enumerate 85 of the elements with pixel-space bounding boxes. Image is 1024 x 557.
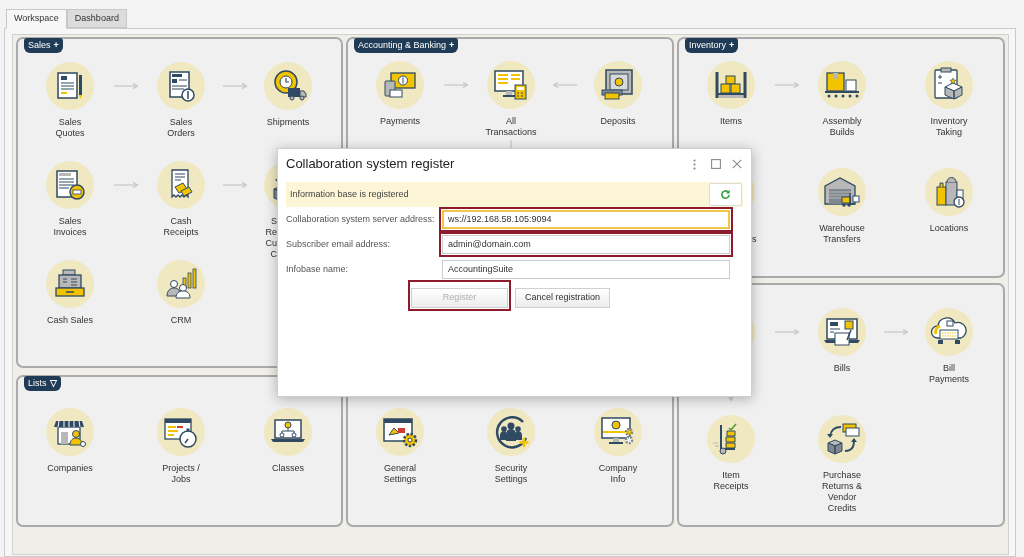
workspace-shortcut[interactable]: Inventory Taking — [925, 61, 973, 138]
dialog-button[interactable]: Cancel registration — [515, 287, 610, 308]
workspace-shortcut[interactable]: s — [752, 168, 757, 245]
maximize-icon[interactable] — [710, 159, 721, 169]
workspace-shortcut[interactable]: Companies — [46, 408, 94, 474]
workspace-shortcut[interactable]: Sales Quotes — [46, 62, 94, 139]
panel-title: Inventory — [689, 38, 727, 52]
flow-arrow — [222, 182, 247, 188]
safe-icon — [594, 61, 642, 109]
chart-stopwatch-icon — [157, 408, 205, 456]
more-options-icon[interactable] — [693, 158, 696, 170]
workspace-shortcut[interactable]: Items — [707, 61, 755, 127]
text-field[interactable]: AccountingSuite — [442, 260, 730, 279]
status-message: Information base is registered — [290, 187, 409, 201]
flow-arrow — [774, 82, 799, 88]
tab[interactable]: Workspace — [6, 9, 67, 29]
workspace-shortcut[interactable]: General Settings — [376, 408, 424, 485]
flow-arrow — [774, 329, 799, 335]
box-conveyor-icon — [818, 61, 866, 109]
workspace-shortcut[interactable]: Locations — [925, 168, 973, 234]
document-coin-icon — [157, 62, 205, 110]
warehouse-forklift-icon — [818, 168, 866, 216]
workspace-shortcut[interactable]: Classes — [264, 408, 312, 474]
field-label: Infobase name: — [286, 262, 350, 276]
flow-arrow — [443, 82, 468, 88]
workspace-shortcut[interactable]: Warehouse Transfers — [818, 168, 866, 245]
field-label: Collaboration system server address: — [286, 212, 436, 226]
clipboard-box-icon — [925, 61, 973, 109]
window-gear-icon — [376, 408, 424, 456]
workspace-shortcut[interactable]: Cash Sales — [46, 260, 94, 326]
people-circle-icon — [487, 408, 535, 456]
panel-title: Accounting & Banking — [358, 38, 447, 52]
workspace-shortcut[interactable]: Projects / Jobs — [157, 408, 205, 485]
box-money-icon — [818, 415, 866, 463]
people-chart-icon — [157, 260, 205, 308]
workspace-shortcut[interactable]: Company Info — [594, 408, 642, 485]
invoice-coin-icon — [46, 161, 94, 209]
clock-truck-icon — [264, 62, 312, 110]
tab[interactable]: Dashboard — [66, 9, 127, 28]
expand-toggle[interactable]: + — [53, 38, 59, 53]
workspace-shortcut[interactable]: Sales Orders — [157, 62, 205, 139]
expand-toggle[interactable]: + — [729, 38, 735, 53]
flow-arrow — [222, 83, 247, 89]
workspace-shortcut[interactable]: All Transactions — [485, 61, 537, 138]
refresh-button[interactable] — [709, 183, 742, 206]
hand-truck-icon — [707, 415, 755, 463]
text-field[interactable]: ws://192.168.58.105:9094 — [442, 210, 730, 229]
workspace-shortcut[interactable]: Bill Payments — [925, 308, 973, 385]
workspace-shortcut[interactable]: Item Receipts — [707, 415, 755, 492]
circle-edge-icon — [752, 181, 755, 203]
workspace-shortcut[interactable]: CRM — [157, 260, 205, 326]
monitor-gears-icon — [594, 408, 642, 456]
buildings-coin-icon — [925, 168, 973, 216]
panel-title: Lists — [28, 376, 47, 390]
laptop-hierarchy-icon — [264, 408, 312, 456]
flow-arrow — [552, 82, 577, 88]
workspace-shortcut[interactable]: Sales Invoices — [46, 161, 94, 238]
document-pencil-icon — [46, 62, 94, 110]
workspace-shortcut[interactable]: Shipments — [264, 62, 312, 128]
workspace-shortcut[interactable]: Payments — [376, 61, 424, 127]
flow-arrow — [883, 329, 908, 335]
flow-arrow — [113, 83, 138, 89]
cash-register-icon — [46, 260, 94, 308]
workspace-shortcut[interactable]: Purchase Returns & Vendor Credits — [818, 415, 866, 514]
field-label: Subscriber email address: — [286, 237, 392, 251]
shelf-boxes-icon — [707, 61, 755, 109]
text-field[interactable]: admin@domain.com — [442, 235, 730, 254]
refresh-icon — [720, 189, 731, 200]
laptop-documents-icon — [818, 308, 866, 356]
flow-arrow — [113, 182, 138, 188]
workspace-shortcut[interactable]: Cash Receipts — [157, 161, 205, 238]
cloud-keyboard-icon — [925, 308, 973, 356]
close-icon[interactable] — [731, 159, 742, 169]
workspace-shortcut[interactable]: Assembly Builds — [818, 61, 866, 138]
dialog-title: Collaboration system register — [286, 155, 455, 174]
shop-person-icon — [46, 408, 94, 456]
expand-toggle[interactable]: + — [449, 38, 455, 53]
monitor-calculator-icon — [487, 61, 535, 109]
workspace-shortcut[interactable]: Security Settings — [487, 408, 535, 485]
workspace-shortcut[interactable]: Deposits — [594, 61, 642, 127]
receipt-icon — [157, 161, 205, 209]
money-phone-icon — [376, 61, 424, 109]
expand-toggle[interactable]: ▽ — [49, 376, 57, 391]
workspace-shortcut[interactable]: Bills — [818, 308, 866, 374]
panel-title: Sales — [28, 38, 51, 52]
